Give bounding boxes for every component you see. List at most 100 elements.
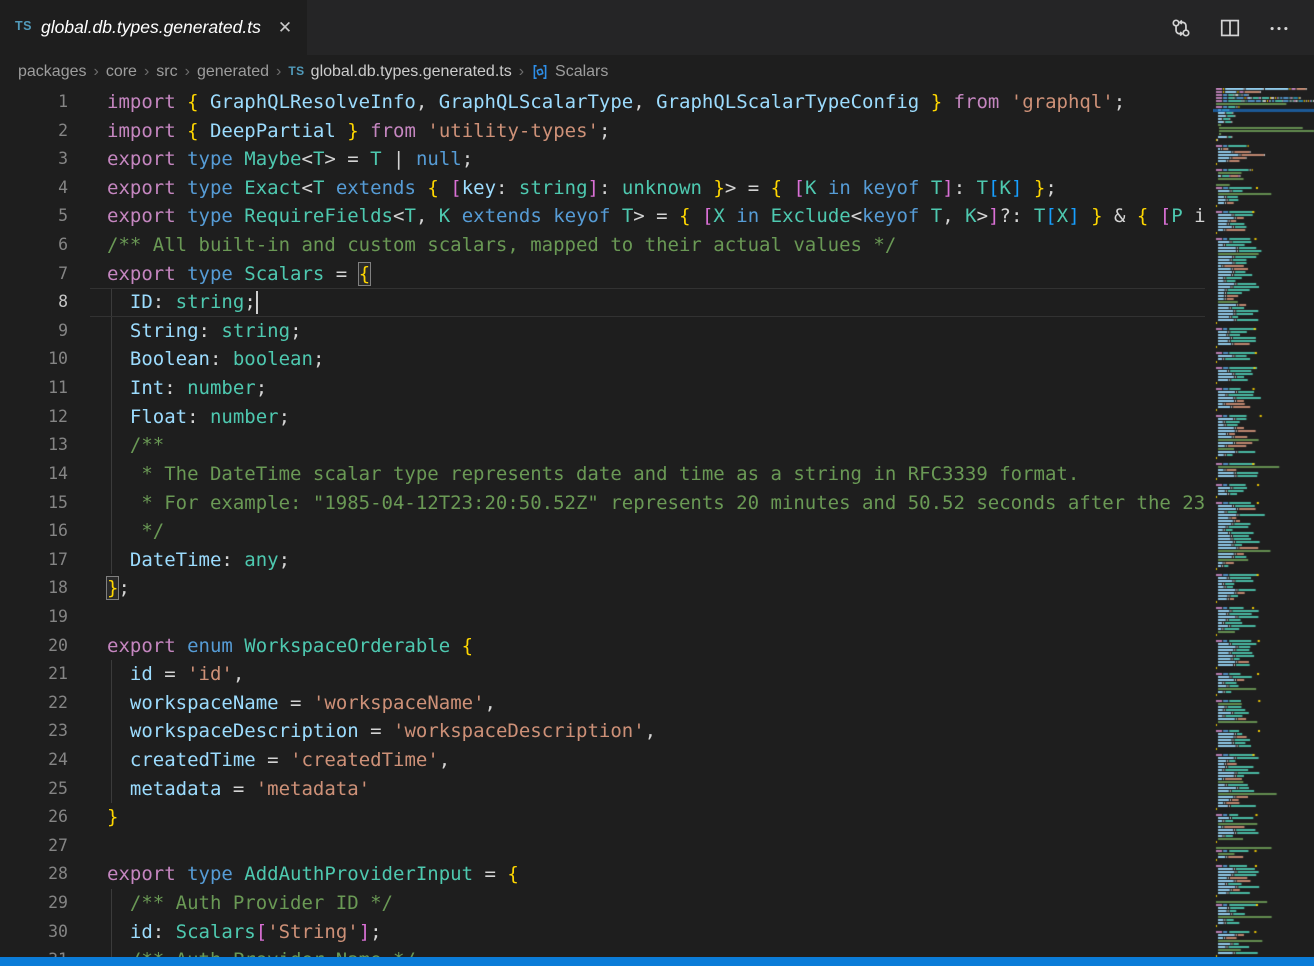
code-line-9[interactable]: 9 String: string;	[0, 317, 1205, 346]
breadcrumb-separator: ›	[519, 63, 524, 81]
tab-bar: TS global.db.types.generated.ts ✕	[0, 0, 1314, 55]
open-changes-icon[interactable]	[1170, 17, 1192, 39]
code-line-24[interactable]: 24 createdTime = 'createdTime',	[0, 746, 1205, 775]
breadcrumb-item-packages[interactable]: packages	[18, 63, 87, 81]
breadcrumb-item-generated[interactable]: generated	[197, 63, 269, 81]
text-cursor	[256, 291, 258, 314]
breadcrumb-separator: ›	[94, 63, 99, 81]
code-text: export type Scalars = {	[107, 260, 370, 289]
split-editor-icon[interactable]	[1219, 17, 1241, 39]
more-actions-icon[interactable]	[1268, 17, 1290, 39]
code-text: /**	[107, 431, 164, 460]
code-line-14[interactable]: 14 * The DateTime scalar type represents…	[0, 460, 1205, 489]
code-line-4[interactable]: 4 export type Exact<T extends { [key: str…	[0, 174, 1205, 203]
code-line-30[interactable]: 30 id: Scalars['String'];	[0, 918, 1205, 947]
line-number: 1	[0, 88, 68, 117]
line-number: 2	[0, 117, 68, 146]
code-line-5[interactable]: 5 export type RequireFields<T, K extends …	[0, 202, 1205, 231]
code-line-22[interactable]: 22 workspaceName = 'workspaceName',	[0, 689, 1205, 718]
code-line-27[interactable]: 27	[0, 832, 1205, 861]
line-number: 22	[0, 689, 68, 718]
code-line-11[interactable]: 11 Int: number;	[0, 374, 1205, 403]
code-line-15[interactable]: 15 * For example: "1985-04-12T23:20:50.5…	[0, 489, 1205, 518]
code-text: import { GraphQLResolveInfo, GraphQLScal…	[107, 88, 1125, 117]
line-number: 10	[0, 345, 68, 374]
breadcrumb-item-global-db-types-generated-ts[interactable]: TSglobal.db.types.generated.ts	[288, 63, 511, 81]
breadcrumb-label: core	[106, 63, 137, 81]
code-line-17[interactable]: 17 DateTime: any;	[0, 546, 1205, 575]
code-text: }	[107, 803, 118, 832]
line-number: 26	[0, 803, 68, 832]
line-number: 25	[0, 775, 68, 804]
code-line-12[interactable]: 12 Float: number;	[0, 403, 1205, 432]
breadcrumb-separator: ›	[185, 63, 190, 81]
line-number: 30	[0, 918, 68, 947]
code-text: * The DateTime scalar type represents da…	[107, 460, 1079, 489]
code-line-25[interactable]: 25 metadata = 'metadata'	[0, 775, 1205, 804]
tab-title: global.db.types.generated.ts	[41, 17, 261, 38]
line-number: 31	[0, 946, 68, 957]
line-number: 5	[0, 202, 68, 231]
code-line-16[interactable]: 16 */	[0, 517, 1205, 546]
code-line-28[interactable]: 28export type AddAuthProviderInput = {	[0, 860, 1205, 889]
code-text: Float: number;	[107, 403, 290, 432]
editor-actions	[1170, 0, 1314, 55]
code-line-31[interactable]: 31 /** Auth Provider Name */	[0, 946, 1205, 957]
line-number: 13	[0, 431, 68, 460]
line-number: 4	[0, 174, 68, 203]
line-number: 24	[0, 746, 68, 775]
code-editor[interactable]: 1 import { GraphQLResolveInfo, GraphQLSca…	[0, 88, 1205, 957]
code-text: id: Scalars['String'];	[107, 918, 382, 947]
line-number: 3	[0, 145, 68, 174]
code-line-3[interactable]: 3 export type Maybe<T> = T | null;	[0, 145, 1205, 174]
code-text: export type Exact<T extends { [key: stri…	[107, 174, 1057, 203]
line-number: 14	[0, 460, 68, 489]
breadcrumb-item-core[interactable]: core	[106, 63, 137, 81]
breadcrumb-label: packages	[18, 63, 87, 81]
code-text: ID: string;	[107, 288, 256, 317]
code-line-19[interactable]: 19	[0, 603, 1205, 632]
line-number: 11	[0, 374, 68, 403]
code-text: /** All built-in and custom scalars, map…	[107, 231, 896, 260]
line-number: 21	[0, 660, 68, 689]
code-text: workspaceName = 'workspaceName',	[107, 689, 496, 718]
code-line-18[interactable]: 18};	[0, 574, 1205, 603]
code-line-8[interactable]: 8 ID: string;	[0, 288, 1205, 317]
breadcrumb-label: src	[156, 63, 177, 81]
breadcrumb-item-scalars[interactable]: Scalars	[531, 63, 608, 81]
code-text: export enum WorkspaceOrderable {	[107, 632, 473, 661]
code-text: DateTime: any;	[107, 546, 290, 575]
breadcrumb-separator: ›	[144, 63, 149, 81]
code-text: metadata = 'metadata'	[107, 775, 370, 804]
code-text: Boolean: boolean;	[107, 345, 324, 374]
code-text: workspaceDescription = 'workspaceDescrip…	[107, 717, 656, 746]
code-text: export type AddAuthProviderInput = {	[107, 860, 519, 889]
code-text: export type RequireFields<T, K extends k…	[107, 202, 1205, 231]
code-line-23[interactable]: 23 workspaceDescription = 'workspaceDesc…	[0, 717, 1205, 746]
minimap[interactable]	[1213, 88, 1314, 957]
line-number: 8	[0, 288, 68, 317]
code-text: export type Maybe<T> = T | null;	[107, 145, 473, 174]
code-line-2[interactable]: 2import { DeepPartial } from 'utility-ty…	[0, 117, 1205, 146]
code-line-29[interactable]: 29 /** Auth Provider ID */	[0, 889, 1205, 918]
code-line-26[interactable]: 26}	[0, 803, 1205, 832]
code-text: createdTime = 'createdTime',	[107, 746, 450, 775]
code-line-1[interactable]: 1 import { GraphQLResolveInfo, GraphQLSca…	[0, 88, 1205, 117]
line-number: 20	[0, 632, 68, 661]
code-line-13[interactable]: 13 /**	[0, 431, 1205, 460]
code-line-10[interactable]: 10 Boolean: boolean;	[0, 345, 1205, 374]
line-number: 6	[0, 231, 68, 260]
breadcrumb-item-src[interactable]: src	[156, 63, 177, 81]
close-icon[interactable]: ✕	[278, 19, 292, 36]
code-line-21[interactable]: 21 id = 'id',	[0, 660, 1205, 689]
bottom-blue-bar	[0, 957, 1314, 966]
code-line-7[interactable]: 7export type Scalars = {	[0, 260, 1205, 289]
breadcrumb-label: generated	[197, 63, 269, 81]
code-text: * For example: "1985-04-12T23:20:50.52Z"…	[107, 489, 1205, 518]
code-text: id = 'id',	[107, 660, 244, 689]
code-line-20[interactable]: 20 export enum WorkspaceOrderable {	[0, 632, 1205, 661]
line-number: 17	[0, 546, 68, 575]
code-line-6[interactable]: 6 /** All built-in and custom scalars, ma…	[0, 231, 1205, 260]
line-number: 18	[0, 574, 68, 603]
tab-global-db-types[interactable]: TS global.db.types.generated.ts ✕	[0, 0, 307, 55]
